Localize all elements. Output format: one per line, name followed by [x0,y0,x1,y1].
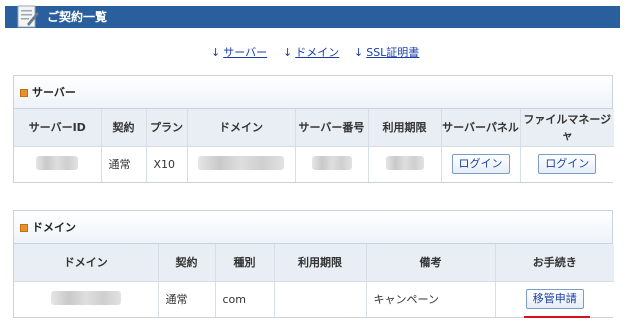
domain-note-cell: キャンペーン [365,280,496,317]
domain-expiry-cell [273,280,367,317]
column-header: プラン [145,109,188,147]
domain-section-header: ドメイン [14,211,612,244]
contract-document-icon [17,5,39,28]
column-header: ドメイン [186,109,296,147]
server-section-title: サーバー [32,86,76,99]
server-table-row: 通常 X10 ログイン ログイン [14,145,614,182]
column-header: ドメイン [14,244,159,282]
column-header: 利用期限 [273,244,367,282]
section-marker-icon [20,89,28,97]
server-number-cell [294,145,369,182]
file-manager-cell: ログイン [519,145,614,182]
domain-name-cell [14,280,159,317]
column-header: サーバー番号 [294,109,369,147]
redacted-server-number [311,155,352,170]
down-arrow-icon: ↓ [283,46,293,59]
section-anchor-links: ↓ サーバー ↓ ドメイン ↓ SSL証明書 [0,44,630,60]
server-panel-login-button[interactable]: ログイン [451,154,510,175]
domain-type-cell: com [214,280,275,317]
page-title-bar: ご契約一覧 [5,5,620,28]
redacted-domain-name [50,290,121,305]
redacted-expiry [385,155,424,170]
column-header: 利用期限 [367,109,442,147]
anchor-link-ssl[interactable]: ↓ SSL証明書 [354,44,419,60]
column-header: 種別 [214,244,275,282]
down-arrow-icon: ↓ [211,46,221,59]
anchor-label-ssl: SSL証明書 [366,46,420,59]
domain-table: ドメイン 契約 種別 利用期限 備考 お手続き 通常 com キャンペーン 移管… [14,244,614,319]
redacted-server-id [36,155,79,170]
down-arrow-icon: ↓ [354,46,364,59]
column-header: 備考 [365,244,496,282]
anchor-link-server[interactable]: ↓ サーバー [211,44,267,60]
column-header: 契約 [100,109,147,147]
domain-action-cell: 移管申請 [494,280,614,319]
server-contract-cell: 通常 [100,145,147,182]
server-table-header-row: サーバーID 契約 プラン ドメイン サーバー番号 利用期限 サーバーパネル フ… [14,109,614,147]
server-panel-cell: ログイン [440,145,521,182]
domain-table-row: 通常 com キャンペーン 移管申請 [14,280,614,319]
domain-table-header-row: ドメイン 契約 種別 利用期限 備考 お手続き [14,244,614,282]
anchor-label-server: サーバー [223,46,268,59]
file-manager-login-button[interactable]: ログイン [538,154,597,175]
server-table: サーバーID 契約 プラン ドメイン サーバー番号 利用期限 サーバーパネル フ… [14,109,614,182]
section-marker-icon [20,224,28,232]
transfer-request-button[interactable]: 移管申請 [525,289,584,310]
column-header: サーバーID [14,109,102,147]
redacted-domain [198,155,284,170]
column-header: サーバーパネル [440,109,521,147]
server-expiry-cell [367,145,442,182]
domain-section-title: ドメイン [32,221,76,234]
server-section: サーバー サーバーID 契約 プラン ドメイン サーバー番号 利用期限 サーバー… [13,75,614,183]
anchor-label-domain: ドメイン [295,46,340,59]
anchor-link-domain[interactable]: ↓ ドメイン [283,44,339,60]
server-domain-cell [186,145,296,182]
column-header: ファイルマネージャ [519,109,614,147]
server-plan-cell: X10 [145,145,188,182]
transfer-button-wrapper: 移管申請 [523,289,590,319]
domain-contract-cell: 通常 [157,280,216,317]
column-header: 契約 [157,244,216,282]
server-id-cell [14,145,102,182]
server-section-header: サーバー [14,76,612,109]
column-header: お手続き [494,244,614,282]
domain-section: ドメイン ドメイン 契約 種別 利用期限 備考 お手続き 通常 com キャンペ… [13,210,614,319]
highlight-underline [523,316,590,319]
page-title: ご契約一覧 [47,10,108,24]
